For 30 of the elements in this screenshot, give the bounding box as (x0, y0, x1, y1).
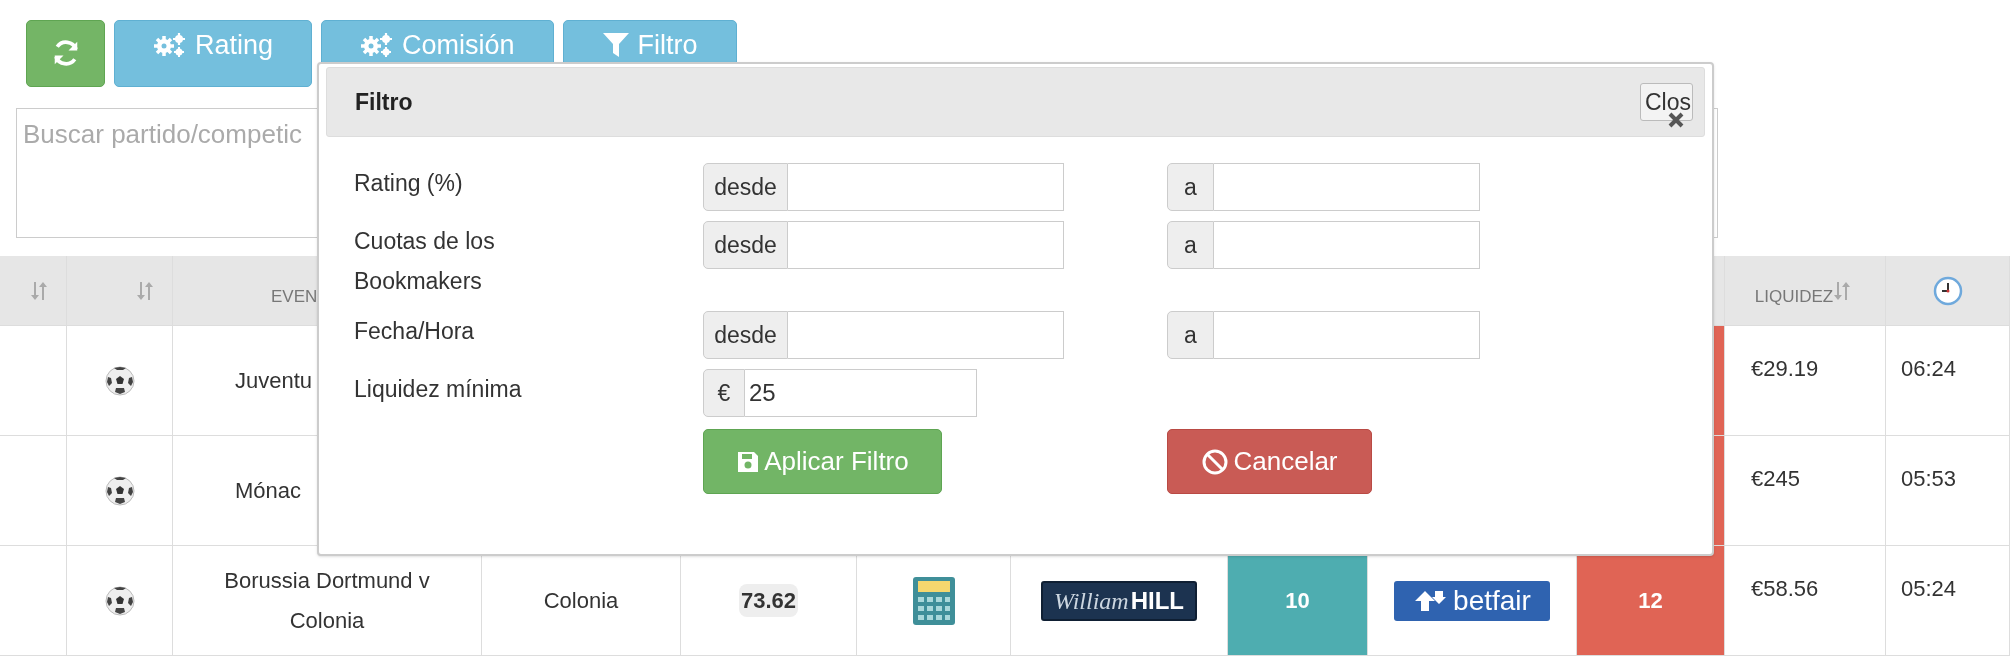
field-label: Liquidez mínima (353, 375, 523, 404)
field-label: Rating (%) (353, 169, 464, 198)
rating-value: 73.62 (738, 584, 799, 617)
event-name: Juventu (235, 367, 313, 395)
logo-text: William (1054, 586, 1129, 616)
input-addon: a (1167, 163, 1214, 211)
time-value: 05:53 (1901, 465, 1957, 493)
odds-value: 12 (1638, 587, 1663, 615)
competition-name: Colonia (543, 587, 619, 615)
event-name: Mónac (235, 477, 302, 505)
input-addon: a (1167, 221, 1214, 269)
liquidity-value: €58.56 (1751, 575, 1819, 603)
liquidity-value: €245 (1751, 465, 1800, 493)
logo-text: HILL (1130, 585, 1184, 616)
input-addon: desde (703, 163, 788, 211)
event-name: Borussia Dortmund v Colonia (223, 566, 431, 635)
logo-text: betfair (1453, 583, 1531, 618)
column-header: LIQUIDEZ (1754, 285, 1834, 308)
column-header: EVEN (271, 285, 318, 308)
time-value: 06:24 (1901, 355, 1957, 383)
liquidity-value: €29.19 (1751, 355, 1819, 383)
field-label: Cuotas de los Bookmakers (353, 227, 496, 296)
input-addon: a (1167, 311, 1214, 359)
odds-value: 10 (1285, 587, 1310, 615)
input-addon: desde (703, 311, 788, 359)
time-value: 05:24 (1901, 575, 1957, 603)
input-addon: € (703, 369, 745, 417)
input-addon: desde (703, 221, 788, 269)
field-label: Fecha/Hora (353, 317, 476, 346)
dialog-title: Filtro (355, 87, 413, 117)
